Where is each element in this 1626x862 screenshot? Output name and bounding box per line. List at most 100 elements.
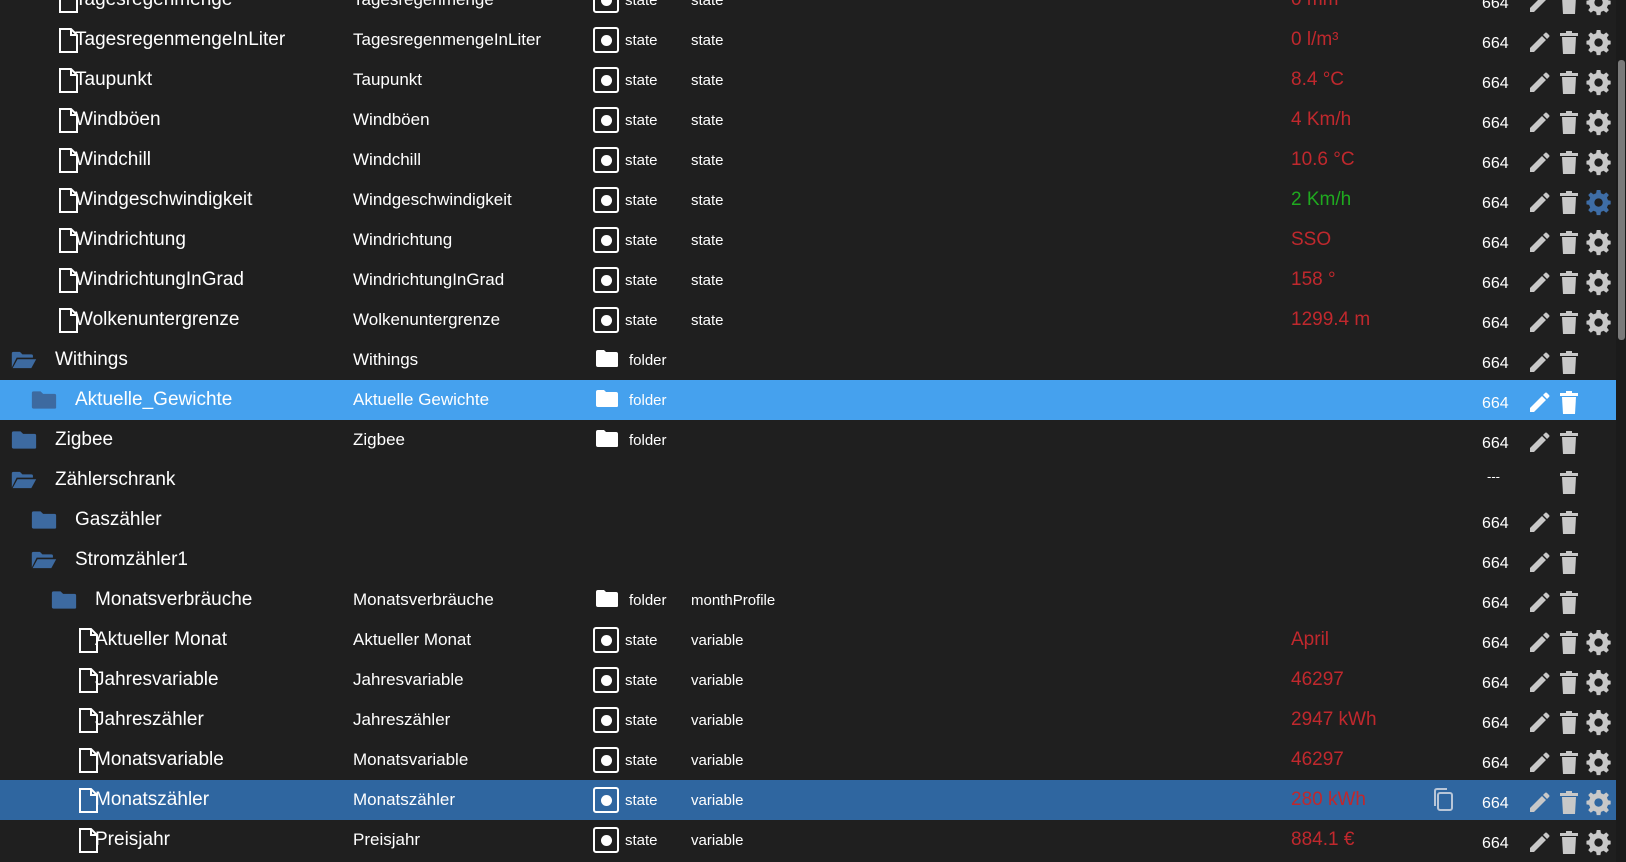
gear-icon[interactable] <box>1586 0 1612 16</box>
tree-row[interactable]: Windchill Windchill state state 10.6 °C 664 <box>0 140 1616 180</box>
scrollbar-thumb[interactable] <box>1618 60 1625 340</box>
tree-row[interactable]: Aktueller Monat Aktueller Monat state varia… <box>0 620 1616 660</box>
object-value[interactable]: 46297 <box>1291 660 1344 700</box>
pencil-icon[interactable] <box>1526 310 1552 336</box>
trash-icon[interactable] <box>1556 550 1582 576</box>
gear-icon[interactable] <box>1586 710 1612 736</box>
object-value[interactable]: 0 mm <box>1291 0 1339 20</box>
tree-row[interactable]: Zigbee Zigbee folder 664 <box>0 420 1616 460</box>
trash-icon[interactable] <box>1556 310 1582 336</box>
pencil-icon[interactable] <box>1526 390 1552 416</box>
trash-icon[interactable] <box>1556 390 1582 416</box>
trash-icon[interactable] <box>1556 0 1582 16</box>
gear-icon[interactable] <box>1586 830 1612 856</box>
trash-icon[interactable] <box>1556 30 1582 56</box>
object-value[interactable]: 1299.4 m <box>1291 300 1370 340</box>
trash-icon[interactable] <box>1556 790 1582 816</box>
object-value[interactable]: 46297 <box>1291 740 1344 780</box>
folder-icon[interactable] <box>51 580 77 620</box>
folder-open-icon[interactable] <box>31 540 57 580</box>
tree-row[interactable]: TagesregenmengeInLiter TagesregenmengeInL… <box>0 20 1616 60</box>
pencil-icon[interactable] <box>1526 430 1552 456</box>
folder-icon[interactable] <box>31 380 57 420</box>
tree-row[interactable]: Wolkenuntergrenze Wolkenuntergrenze state s… <box>0 300 1616 340</box>
trash-icon[interactable] <box>1556 590 1582 616</box>
trash-icon[interactable] <box>1556 510 1582 536</box>
copy-icon[interactable] <box>1432 780 1454 820</box>
gear-icon[interactable] <box>1586 630 1612 656</box>
tree-row[interactable]: WindrichtungInGrad WindrichtungInGrad stat… <box>0 260 1616 300</box>
tree-row[interactable]: Withings Withings folder 664 <box>0 340 1616 380</box>
folder-icon[interactable] <box>11 420 37 460</box>
gear-icon[interactable] <box>1586 110 1612 136</box>
object-value[interactable]: 10.6 °C <box>1291 140 1355 180</box>
gear-icon[interactable] <box>1586 30 1612 56</box>
trash-icon[interactable] <box>1556 710 1582 736</box>
gear-icon[interactable] <box>1586 190 1612 216</box>
pencil-icon[interactable] <box>1526 510 1552 536</box>
tree-row[interactable]: Windrichtung Windrichtung state state SSO 664 <box>0 220 1616 260</box>
gear-icon[interactable] <box>1586 310 1612 336</box>
trash-icon[interactable] <box>1556 470 1582 496</box>
pencil-icon[interactable] <box>1526 670 1552 696</box>
trash-icon[interactable] <box>1556 270 1582 296</box>
gear-icon[interactable] <box>1586 230 1612 256</box>
object-value[interactable]: 2 Km/h <box>1291 180 1351 220</box>
gear-icon[interactable] <box>1586 270 1612 296</box>
object-value[interactable]: 2947 kWh <box>1291 700 1377 740</box>
trash-icon[interactable] <box>1556 190 1582 216</box>
gear-icon[interactable] <box>1586 70 1612 96</box>
pencil-icon[interactable] <box>1526 630 1552 656</box>
tree-row[interactable]: Preisjahr Preisjahr state variable 884.1 € 66… <box>0 820 1616 860</box>
object-value[interactable]: 8.4 °C <box>1291 60 1344 100</box>
pencil-icon[interactable] <box>1526 150 1552 176</box>
vertical-scrollbar[interactable] <box>1616 0 1626 862</box>
tree-row[interactable]: Tagesregenmenge Tagesregenmenge state state… <box>0 0 1616 20</box>
tree-row[interactable]: Gaszähler 664 <box>0 500 1616 540</box>
tree-row[interactable]: Stromzähler1 664 <box>0 540 1616 580</box>
pencil-icon[interactable] <box>1526 30 1552 56</box>
trash-icon[interactable] <box>1556 750 1582 776</box>
trash-icon[interactable] <box>1556 830 1582 856</box>
pencil-icon[interactable] <box>1526 350 1552 376</box>
pencil-icon[interactable] <box>1526 70 1552 96</box>
pencil-icon[interactable] <box>1526 790 1552 816</box>
tree-row[interactable]: Windgeschwindigkeit Windgeschwindigkeit st… <box>0 180 1616 220</box>
tree-row[interactable]: Aktuelle_Gewichte Aktuelle Gewichte folder… <box>0 380 1616 420</box>
tree-row[interactable]: Monatszähler Monatszähler state variable 280… <box>0 780 1616 820</box>
tree-row[interactable]: Taupunkt Taupunkt state state 8.4 °C 664 <box>0 60 1616 100</box>
folder-open-icon[interactable] <box>11 460 37 500</box>
tree-row[interactable]: Windböen Windböen state state 4 Km/h 664 <box>0 100 1616 140</box>
gear-icon[interactable] <box>1586 670 1612 696</box>
tree-row[interactable]: Monatsvariable Monatsvariable state variabl… <box>0 740 1616 780</box>
tree-row[interactable]: Jahreszähler Jahreszähler state variable 294… <box>0 700 1616 740</box>
trash-icon[interactable] <box>1556 70 1582 96</box>
trash-icon[interactable] <box>1556 630 1582 656</box>
pencil-icon[interactable] <box>1526 550 1552 576</box>
tree-row[interactable]: Jahresvariable Jahresvariable state variabl… <box>0 660 1616 700</box>
pencil-icon[interactable] <box>1526 0 1552 16</box>
object-value[interactable]: 158 ° <box>1291 260 1336 300</box>
gear-icon[interactable] <box>1586 790 1612 816</box>
object-value[interactable]: 0 l/m³ <box>1291 20 1339 60</box>
trash-icon[interactable] <box>1556 430 1582 456</box>
object-value[interactable]: 4 Km/h <box>1291 100 1351 140</box>
object-value[interactable]: 884.1 € <box>1291 820 1354 860</box>
trash-icon[interactable] <box>1556 150 1582 176</box>
trash-icon[interactable] <box>1556 350 1582 376</box>
pencil-icon[interactable] <box>1526 590 1552 616</box>
tree-row[interactable]: Monatsverbräuche Monatsverbräuche folder mo… <box>0 580 1616 620</box>
object-value[interactable]: SSO <box>1291 220 1331 260</box>
pencil-icon[interactable] <box>1526 830 1552 856</box>
gear-icon[interactable] <box>1586 750 1612 776</box>
folder-icon[interactable] <box>31 500 57 540</box>
tree-row[interactable]: Zählerschrank --- <box>0 460 1616 500</box>
pencil-icon[interactable] <box>1526 230 1552 256</box>
gear-icon[interactable] <box>1586 150 1612 176</box>
folder-open-icon[interactable] <box>11 340 37 380</box>
object-value[interactable]: April <box>1291 620 1329 660</box>
pencil-icon[interactable] <box>1526 110 1552 136</box>
pencil-icon[interactable] <box>1526 270 1552 296</box>
pencil-icon[interactable] <box>1526 190 1552 216</box>
trash-icon[interactable] <box>1556 670 1582 696</box>
